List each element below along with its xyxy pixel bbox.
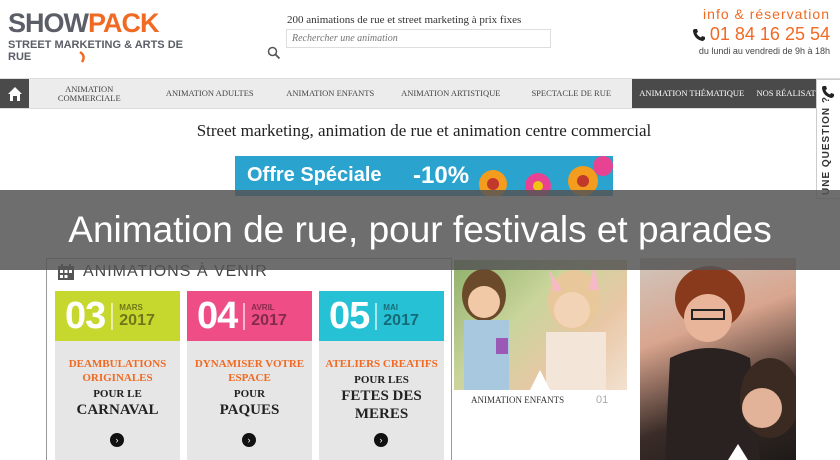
logo-squiggle-icon bbox=[79, 50, 85, 63]
site-header: SHOWPACK STREET MARKETING & ARTS DE RUE … bbox=[0, 0, 840, 78]
nav-item-spectacle-de-rue[interactable]: SPECTACLE DE RUE bbox=[511, 79, 632, 108]
event-month: MARS bbox=[119, 302, 143, 312]
event-day: 04 bbox=[197, 294, 238, 337]
makeup-artist-photo bbox=[665, 266, 796, 460]
event-line1: DEAMBULATIONS ORIGINALES bbox=[68, 358, 167, 384]
logo-subtitle: STREET MARKETING & ARTS DE RUE bbox=[8, 39, 183, 63]
event-year: 2017 bbox=[251, 311, 287, 329]
promo-title: Offre Spéciale bbox=[247, 164, 382, 186]
main-nav: ANIMATION COMMERCIALE ANIMATION ADULTES … bbox=[0, 78, 840, 109]
event-line2: POUR LES bbox=[354, 374, 409, 386]
contact-block: info & réservation 01 84 16 25 54 du lun… bbox=[692, 6, 830, 56]
photo-caption-number: 01 bbox=[596, 394, 609, 406]
contact-hours: du lundi au vendredi de 9h à 18h bbox=[698, 46, 830, 56]
contact-title: info & réservation bbox=[703, 6, 830, 22]
event-line1: DYNAMISER VOTRE ESPACE bbox=[194, 358, 305, 384]
event-month: MAI bbox=[383, 302, 398, 312]
event-card-fetes-des-meres[interactable]: 05 MAI 2017 ATELIERS CREATIFS POUR LES FE… bbox=[319, 291, 444, 460]
photo-caption-label: ANIMATION ENFANTS bbox=[471, 395, 565, 405]
nav-item-animation-commerciale[interactable]: ANIMATION COMMERCIALE bbox=[29, 79, 150, 108]
home-button[interactable] bbox=[0, 79, 29, 108]
event-day: 05 bbox=[329, 294, 370, 337]
logo[interactable]: SHOWPACK STREET MARKETING & ARTS DE RUE bbox=[8, 8, 183, 66]
photo-caption: ANIMATION ENFANTS 01 bbox=[454, 390, 627, 420]
nav-item-animation-adultes[interactable]: ANIMATION ADULTES bbox=[150, 79, 271, 108]
phone-icon bbox=[692, 28, 705, 41]
search-input[interactable] bbox=[286, 29, 551, 48]
event-line3: CARNAVAL bbox=[76, 402, 159, 418]
children-painting-photo bbox=[462, 265, 606, 390]
page-heading: Street marketing, animation de rue et an… bbox=[196, 121, 652, 140]
photo-animation-enfants[interactable] bbox=[454, 260, 627, 390]
tagline: 200 animations de rue et street marketin… bbox=[287, 14, 522, 26]
logo-pack: PACK bbox=[88, 8, 160, 38]
event-date-header: 03 MARS 2017 bbox=[55, 291, 180, 341]
home-icon bbox=[7, 86, 22, 101]
overlay-banner: Animation de rue, pour festivals et para… bbox=[0, 190, 840, 270]
promo-discount: -10% bbox=[413, 162, 470, 189]
event-line1: ATELIERS CREATIFS bbox=[325, 358, 438, 370]
event-month: AVRIL bbox=[251, 302, 275, 312]
contact-phone-number: 01 84 16 25 54 bbox=[709, 24, 830, 44]
event-card-carnaval[interactable]: 03 MARS 2017 DEAMBULATIONS ORIGINALES POU… bbox=[55, 291, 180, 460]
event-day: 03 bbox=[65, 294, 106, 337]
question-side-tab-label: UNE QUESTION ? bbox=[821, 95, 832, 195]
arrow-right-icon[interactable]: › bbox=[374, 433, 388, 447]
event-line3: PAQUES bbox=[219, 402, 280, 418]
arrow-right-icon[interactable]: › bbox=[242, 433, 256, 447]
search-icon[interactable] bbox=[267, 46, 281, 60]
event-card-paques[interactable]: 04 AVRIL 2017 DYNAMISER VOTRE ESPACE POUR… bbox=[187, 291, 312, 460]
nav-item-animation-artistique[interactable]: ANIMATION ARTISTIQUE bbox=[391, 79, 512, 108]
event-date-header: 04 AVRIL 2017 bbox=[187, 291, 312, 341]
event-date-header: 05 MAI 2017 bbox=[319, 291, 444, 341]
event-line2: POUR bbox=[233, 388, 266, 400]
event-year: 2017 bbox=[119, 311, 155, 329]
photo-makeup-artist[interactable] bbox=[640, 258, 796, 460]
nav-item-animation-enfants[interactable]: ANIMATION ENFANTS bbox=[270, 79, 391, 108]
logo-show: SHOW bbox=[8, 8, 89, 38]
overlay-title: Animation de rue, pour festivals et para… bbox=[68, 209, 772, 250]
contact-phone[interactable]: 01 84 16 25 54 bbox=[692, 24, 830, 45]
upcoming-animations-panel: ANIMATIONS À VENIR 03 MARS 2017 DEAMBULAT… bbox=[46, 258, 452, 460]
event-line3: FETES DES MERES bbox=[341, 388, 422, 422]
nav-item-animation-thematique[interactable]: ANIMATION THÉMATIQUE bbox=[631, 79, 752, 108]
event-line2: POUR LE bbox=[93, 388, 142, 400]
event-year: 2017 bbox=[383, 311, 419, 329]
arrow-right-icon[interactable]: › bbox=[110, 433, 124, 447]
